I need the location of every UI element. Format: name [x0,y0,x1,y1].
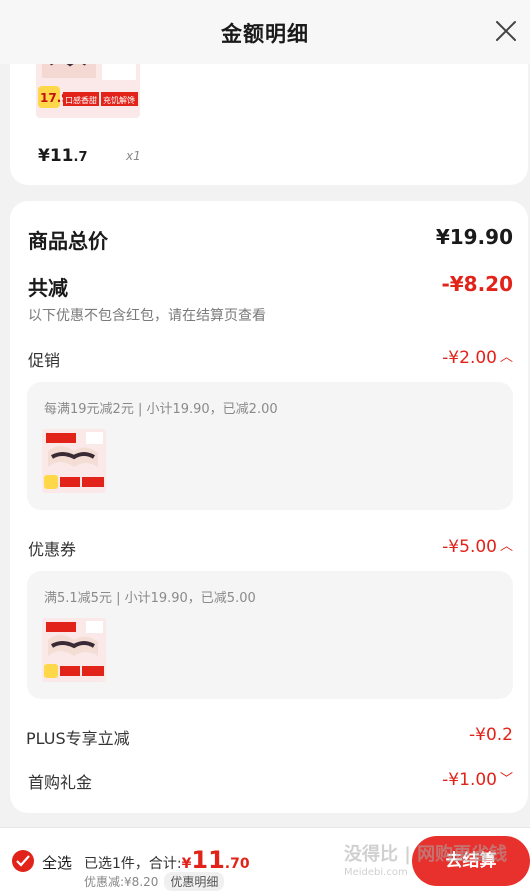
payable-amount-cents: .70 [224,856,250,872]
discount-label: 共减 [28,276,68,300]
plus-value: -¥0.2 [469,725,513,745]
firstbuy-toggle[interactable]: -¥1.00 ﹀ [442,768,513,790]
promo-value: -¥2.00 [442,348,497,368]
chevron-down-icon: ﹀ [499,772,513,787]
discount-detail-card: 商品总价 ¥19.90 共减 -¥8.20 以下优惠不包含红包，请在结算页查看 … [10,201,528,813]
total-label: 商品总价 [28,229,108,253]
promo-label: 促销 [28,351,61,370]
coupon-detail-box: 满5.1减5元 | 小计19.90，已减5.00 [27,571,513,699]
item-price-cents: .7 [73,150,88,165]
product-thumbnail[interactable] [42,618,106,682]
watermark-sub: Meidebi.com [344,867,408,878]
watermark: 没得比 | 网购更省钱 Meidebi.com [344,840,524,890]
currency-symbol: ¥ [181,856,192,872]
chevron-up-icon: ︿ [499,350,513,365]
product-image[interactable]: 17.9 口感香甜 充饥解馋 [36,64,140,118]
discount-detail-button[interactable]: 优惠明细 [164,872,225,891]
total-value: ¥19.90 [435,225,513,249]
firstbuy-label: 首购礼金 [28,773,93,792]
product-thumbnail[interactable] [42,429,106,493]
select-all-checkbox[interactable] [12,850,34,872]
discounted-text: 优惠减:¥8.20 [84,875,159,889]
product-card: 17.9 口感香甜 充饥解馋 ¥11.7 x1 [10,64,528,185]
selected-count-text: 已选1件，合计: [84,856,182,872]
coupon-detail-text: 满5.1减5元 | 小计19.90，已减5.00 [44,591,256,606]
chevron-up-icon: ︿ [499,539,513,554]
promo-toggle[interactable]: -¥2.00 ︿ [442,346,513,368]
page-title: 金额明细 [221,22,309,46]
product-badge-tag1: 口感香甜 [65,95,97,105]
item-quantity: x1 [126,149,141,163]
discount-summary: 优惠减:¥8.20 优惠明细 [84,872,225,891]
plus-label: PLUS专享立减 [26,729,130,748]
coupon-value: -¥5.00 [442,537,497,557]
promo-detail-text: 每满19元减2元 | 小计19.90，已减2.00 [44,402,278,417]
coupon-toggle[interactable]: -¥5.00 ︿ [442,535,513,557]
discount-value: -¥8.20 [441,272,513,296]
close-icon[interactable] [494,19,518,43]
header-bar: 金额明细 [0,0,530,64]
coupon-label: 优惠券 [28,540,77,559]
product-badge-tag2: 充饥解馋 [103,95,135,105]
watermark-text: 没得比 | 网购更省钱 [344,844,508,865]
promo-detail-box: 每满19元减2元 | 小计19.90，已减2.00 [27,382,513,510]
total-summary: 已选1件，合计:¥11.70 [84,846,250,874]
firstbuy-value: -¥1.00 [442,770,497,790]
discount-note: 以下优惠不包含红包，请在结算页查看 [28,308,266,324]
select-all-label[interactable]: 全选 [42,852,72,873]
item-price-main: ¥11 [38,146,74,166]
payable-amount-main: 11 [191,846,225,874]
check-icon [16,855,30,867]
item-price: ¥11.7 [38,146,87,166]
